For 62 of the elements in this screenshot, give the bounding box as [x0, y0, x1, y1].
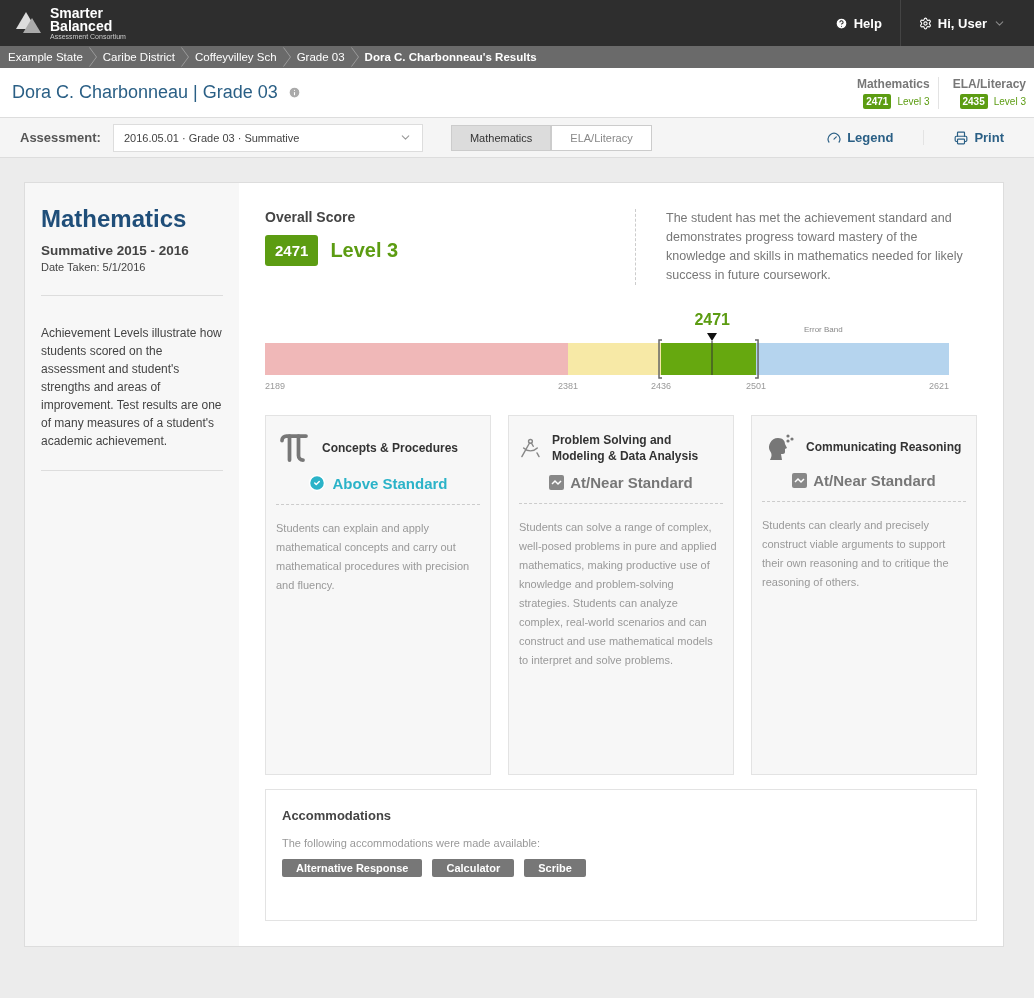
check-icon — [308, 474, 327, 492]
score-badge: 2471 — [863, 93, 892, 109]
subject-tab[interactable]: Mathematics — [450, 124, 552, 151]
settings-icon — [918, 16, 932, 30]
print-button[interactable]: Print — [923, 130, 1034, 145]
claim-status: At/Near Standard — [762, 472, 966, 502]
gauge-icon — [827, 130, 842, 145]
accommodation-tag: Scribe — [524, 859, 586, 877]
score-badge: 2435 — [959, 93, 988, 109]
help-link[interactable]: Help — [816, 0, 900, 46]
claim-status: At/Near Standard — [519, 474, 723, 504]
info-icon[interactable] — [287, 86, 301, 99]
scale-tick-label: 2381 — [558, 381, 578, 391]
assessment-select[interactable]: 2016.05.01 · Grade 03 · Summative — [112, 123, 423, 152]
accommodations-heading: Accommodations — [282, 808, 393, 823]
accommodation-tag: Calculator — [432, 859, 515, 877]
chevron-icon — [350, 47, 359, 67]
claim-title: Problem Solving and Modeling & Data Analysis — [551, 432, 700, 464]
claim-description: Students can explain and apply mathematical concepts and carry out mathematical procedures with precision and fluency. — [276, 521, 471, 593]
error-band-label: Error Band — [804, 325, 843, 334]
assessment-label: Assessment: — [20, 130, 101, 145]
breadcrumb-link[interactable]: Dora C. Charbonneau's Results — [364, 51, 537, 63]
student-title: Dora C. Charbonneau | Grade 03 — [12, 82, 278, 103]
breadcrumb-link[interactable]: Caribe District — [102, 51, 175, 63]
overall-score-heading: Overall Score — [265, 209, 357, 225]
scale-tick-label: 2436 — [651, 381, 672, 391]
claim-description: Students can solve a range of complex, well-posed problems in pure and applied mathematics, making productive use of knowledge and problem-solving strategies. Students can analyze complex, real-world scenarios and can construct and use mathematical models to interpret and solve problems. — [519, 520, 718, 668]
chevron-icon — [282, 47, 291, 67]
level-label: Level 3 — [330, 239, 399, 262]
accommodation-tag: Alternative Response — [282, 859, 423, 877]
breadcrumb-link[interactable]: Example State — [8, 51, 83, 63]
score-marker-label: 2471 — [694, 311, 730, 329]
print-icon — [954, 130, 969, 145]
scale-tick-label: 2189 — [265, 381, 286, 391]
chart-icon — [549, 475, 565, 490]
claim-title: Communicating Reasoning — [806, 439, 962, 455]
sidebar-description: Achievement Levels illustrate how students scored on the assessment and student's strengths and areas of improvement. Test results are one of many measures of a student's academic achievement. — [41, 325, 223, 450]
claim-description: Students can clearly and precisely construct viable arguments to support their own reasoning and to critique the reasoning of others. — [762, 518, 950, 590]
subject-title: Mathematics — [41, 205, 188, 233]
subject-label: Mathematics — [856, 76, 930, 91]
chevron-icon — [88, 47, 97, 67]
scale-tick-label: 2621 — [928, 381, 949, 391]
score-badge: 2471 — [265, 235, 319, 266]
level-description: The student has met the achievement standard and demonstrates progress toward mastery of the knowledge and skills in mathematics needed for likely success in future coursework. — [635, 209, 977, 285]
level-label: Level 3 — [993, 95, 1026, 107]
help-icon — [834, 16, 848, 30]
breadcrumb-link[interactable]: Grade 03 — [296, 51, 345, 63]
scale-tick-label: 2501 — [746, 381, 767, 391]
subject-tab[interactable]: ELA/Literacy — [551, 124, 652, 151]
chart-icon — [792, 473, 808, 488]
score-marker — [707, 333, 718, 375]
breadcrumb-link[interactable]: Coffeyvilley Sch — [195, 51, 277, 63]
claim-status: Above Standard — [276, 474, 480, 505]
chevron-icon — [181, 47, 189, 67]
level-label: Level 3 — [897, 95, 930, 107]
date-taken: Date Taken: 5/1/2016 — [41, 261, 147, 273]
legend-button[interactable]: Legend — [797, 130, 924, 145]
accommodations-intro: The following accommodations were made available: — [282, 837, 542, 849]
test-name: Summative 2015 - 2016 — [41, 243, 190, 258]
subject-label: ELA/Literacy — [952, 76, 1026, 91]
claim-title: Concepts & Procedures — [322, 440, 459, 456]
logo-title: Smarter Balanced — [50, 6, 114, 33]
